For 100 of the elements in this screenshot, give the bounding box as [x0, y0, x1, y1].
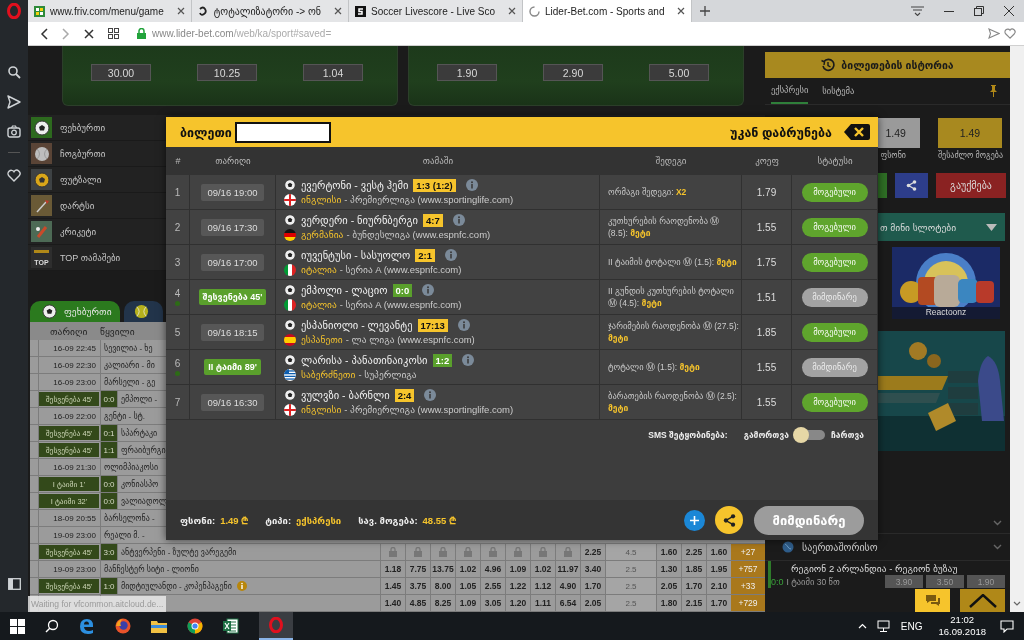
country-name[interactable]: ინგლისი [301, 404, 342, 415]
odds-value[interactable]: 1.85 [685, 564, 703, 574]
ticket-history-button[interactable]: ბილეთების ისტორია [765, 52, 1010, 78]
country-name[interactable]: ესპანეთი [301, 334, 343, 345]
match-name[interactable]: მარსელი - გე [104, 377, 156, 387]
odds-button[interactable]: 1.04 [303, 64, 363, 81]
odds-value[interactable]: 1.95 [710, 564, 728, 574]
odds-value[interactable]: 4.90 [559, 581, 577, 591]
odds-value[interactable]: 1.22 [509, 581, 527, 591]
browser-tab[interactable]: Lider-Bet.com - Sports and [523, 0, 693, 22]
cancel-button[interactable]: გაუქმება [936, 173, 1006, 198]
category-name[interactable]: საერთაშორისო [802, 541, 878, 553]
country-name[interactable]: საბერძნეთი [301, 369, 356, 380]
total-line: 2.5 [625, 598, 637, 608]
browser-tab[interactable]: www.friv.com/menu/game [28, 0, 192, 22]
match-name[interactable]: მანჩესტერ სიტი - ლიონი [104, 564, 199, 574]
odds-value[interactable]: 1.80 [660, 598, 678, 608]
league-name: - ბუნდესლიგა (www.espnfc.com) [346, 229, 491, 240]
language-indicator[interactable]: ENG [900, 620, 923, 632]
odds-value[interactable]: 1.70 [685, 581, 703, 591]
odds-value[interactable]: 1.11 [534, 598, 552, 608]
odds-value[interactable]: 1.60 [710, 547, 728, 557]
match-name[interactable]: ანტვერპენი - ზულტე ვარეგემი [121, 547, 237, 557]
odds-value[interactable]: 2.05 [584, 598, 602, 608]
bet-description: ბარათების რაოდენობა Ⓜ (2.5): მეტი [608, 390, 738, 414]
country-name[interactable]: იტალია [301, 264, 337, 275]
odds-value[interactable]: 1.12 [534, 581, 552, 591]
odds-value[interactable]: 4.85 [409, 598, 427, 608]
odds-value[interactable]: 8.25 [434, 598, 452, 608]
odds-value[interactable]: 2.10 [710, 581, 728, 591]
clock[interactable]: 21:02 16.09.2018 [938, 614, 986, 638]
odds-value[interactable]: 1.45 [384, 581, 402, 591]
odds-value[interactable]: 1.09 [509, 564, 527, 574]
odds-value[interactable]: 2.55 [484, 581, 502, 591]
odds-value[interactable]: 2.05 [660, 581, 678, 591]
odds-button[interactable]: 30.00 [91, 64, 151, 81]
odds-value[interactable]: 4.96 [484, 564, 502, 574]
match-name[interactable]: ვალიადოლ [121, 496, 168, 506]
odds-button[interactable]: 1.90 [437, 64, 497, 81]
match-name[interactable]: რეალი მ. - [104, 530, 145, 540]
match-name[interactable]: კონიასპო [121, 479, 159, 489]
sport-tab[interactable]: ფეხბურთი [30, 301, 120, 322]
odds-value[interactable]: 7.75 [409, 564, 427, 574]
more-bets-button[interactable]: +729 [731, 595, 765, 611]
match-name[interactable]: გენტი - სტ. [104, 411, 145, 421]
odds-value[interactable]: 3.05 [484, 598, 502, 608]
ticket-tab[interactable]: ექსპრესი [771, 78, 809, 104]
odds-value[interactable]: 6.54 [559, 598, 577, 608]
odds-value[interactable]: 1.18 [384, 564, 402, 574]
match-name[interactable]: ემპოლი - [121, 394, 158, 404]
odds-value[interactable]: 11.97 [557, 564, 579, 574]
more-bets-button[interactable]: +757 [731, 561, 765, 577]
odds-button[interactable]: 5.00 [649, 64, 709, 81]
odds-value[interactable]: 1.05 [459, 581, 477, 591]
match-name: ევერტონი - ვესტ ჰემი [301, 179, 409, 191]
odds-value[interactable]: 1.40 [384, 598, 402, 608]
odds-value[interactable]: 1.70 [710, 598, 728, 608]
column-header: თამაში [421, 156, 455, 166]
odds-value[interactable]: 1.09 [459, 598, 477, 608]
match-name[interactable]: სპარტაკი [121, 428, 158, 438]
event-date: 19-09 23:00 [53, 564, 97, 574]
odds-value[interactable]: 2.25 [584, 547, 602, 557]
bet-description: ტოტალი Ⓜ (1.5): მეტი [608, 361, 700, 373]
country-name[interactable]: ინგლისი [301, 194, 342, 205]
odds-value[interactable]: 3.75 [409, 581, 427, 591]
match-name[interactable]: ფრაიბურგი [121, 445, 166, 455]
match-name[interactable]: კალიარი - მი [104, 360, 155, 370]
odds-value[interactable]: 8.00 [434, 581, 452, 591]
odds-button[interactable]: 10.25 [197, 64, 257, 81]
ticket-tab[interactable]: სისტემა [822, 78, 855, 104]
odds-value[interactable]: 3.40 [584, 564, 602, 574]
match-name[interactable]: რეგიონ 2 არლანდია - რეგიონ ბუზაუ [791, 563, 1005, 574]
country-name[interactable]: იტალია [301, 299, 337, 310]
browser-tab[interactable]: Soccer Livescore - Live Sco [349, 0, 523, 22]
odds-value[interactable]: 2.15 [685, 598, 703, 608]
bet-description: II გუნდის კუთხურების ტოტალი Ⓜ (4.5): მეტი [608, 285, 735, 309]
match-name[interactable]: სევილია - ხე [104, 343, 153, 353]
summary-value: 1.49 ₾ [220, 513, 249, 527]
country-name[interactable]: გერმანია [301, 229, 344, 240]
game-title[interactable]: Reactoonz [892, 307, 1000, 317]
odds-value[interactable]: 1.30 [660, 564, 678, 574]
odds-value[interactable]: 1.20 [509, 598, 527, 608]
more-bets-button[interactable]: +33 [731, 578, 765, 594]
odds-value[interactable]: 1.60 [660, 547, 678, 557]
odds-value[interactable]: 2.25 [685, 547, 703, 557]
bet-description: კუთხურების რაოდენობა Ⓜ (8.5): მეტი [608, 215, 721, 239]
browser-tab[interactable]: ტოტალიზატორი -> ონ [191, 0, 350, 22]
match-name: ვულვზი - ბარნლი [301, 389, 390, 401]
score: 1:0 [103, 581, 115, 591]
odds-button[interactable]: 2.90 [543, 64, 603, 81]
bet-description: ორმაგი შედეგი: X2 [608, 186, 687, 198]
odds-value[interactable]: 13.75 [432, 564, 454, 574]
match-name[interactable]: ბარსელონა - [104, 513, 155, 523]
more-bets-button[interactable]: +27 [731, 544, 765, 560]
odds-value[interactable]: 1.70 [584, 581, 602, 591]
event-date: 16-09 22:45 [53, 343, 97, 353]
match-name[interactable]: ოლიმპიაკოსი [104, 462, 159, 472]
odds-value[interactable]: 1.02 [459, 564, 477, 574]
match-name[interactable]: მიდტიულანდი - კოპენჰაგენი [121, 581, 232, 591]
odds-value[interactable]: 1.02 [534, 564, 552, 574]
